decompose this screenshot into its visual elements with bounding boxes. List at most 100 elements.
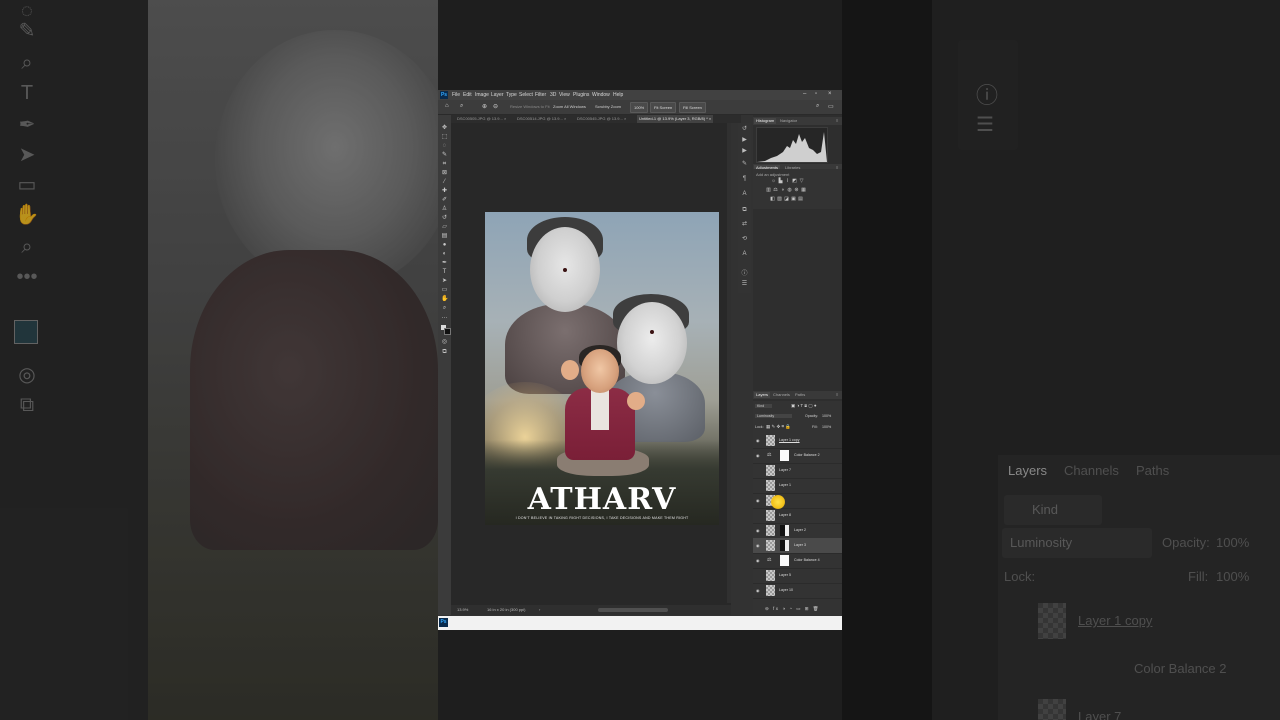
healing-brush-icon[interactable]: ✚	[441, 188, 448, 195]
fill-value[interactable]: 100%	[822, 425, 831, 429]
info-icon[interactable]: ⓘ	[741, 271, 748, 278]
marquee-tool-icon[interactable]: ⬚	[441, 134, 448, 141]
layer-actions-bar[interactable]: ⊖ fx ◑ ◔ ▭ ⊞ 🗑	[765, 606, 820, 612]
black-white-icon[interactable]: ◑	[780, 188, 785, 193]
curves-icon[interactable]: ⌇	[785, 179, 790, 184]
background-color-swatch[interactable]	[444, 328, 451, 335]
exposure-icon[interactable]: ◩	[792, 179, 797, 184]
gradient-tool-icon[interactable]: ▤	[441, 233, 448, 240]
menu-edit[interactable]: Edit	[463, 92, 472, 98]
fit-screen-button[interactable]: Fit Screen	[650, 102, 677, 113]
visibility-eye-icon[interactable]: ◉	[756, 528, 760, 533]
layer-row[interactable]: ◉ Layer 2	[753, 523, 842, 539]
screen-mode-icon[interactable]: ⧉	[441, 349, 448, 356]
channel-mixer-icon[interactable]: ⊛	[794, 188, 799, 193]
tab-histogram[interactable]: Histogram	[754, 118, 777, 124]
status-arrow-icon[interactable]: ›	[539, 607, 540, 612]
tab-dsc00545[interactable]: DSC00545.JPG @ 13.9... ×	[577, 115, 626, 123]
quick-mask-icon[interactable]: ◎	[441, 339, 448, 346]
layer-row-selected[interactable]: ◉ Layer 3	[753, 538, 842, 554]
layer-row[interactable]: Layer 5	[753, 568, 842, 584]
pen-tool-icon[interactable]: ✒	[441, 260, 448, 267]
zoom-tool-icon[interactable]: ⌕	[460, 103, 463, 110]
minimize-icon[interactable]: –	[803, 91, 806, 97]
layer-row[interactable]: Layer 7	[753, 463, 842, 479]
threshold-icon[interactable]: ◪	[784, 197, 789, 202]
blend-mode-select[interactable]: Luminosity	[755, 414, 793, 418]
search-icon[interactable]: ⌕	[816, 103, 819, 110]
character-panel-icon[interactable]: A	[741, 191, 748, 198]
lock-icons[interactable]: ▦ ✎ ✥ ⌗ 🔒	[766, 424, 791, 430]
paragraph-panel-icon[interactable]: ¶	[741, 176, 748, 183]
panel-menu-icon[interactable]: ≡	[834, 118, 840, 124]
visibility-eye-icon[interactable]: ◉	[756, 453, 760, 458]
home-icon[interactable]: ⌂	[445, 103, 449, 109]
close-icon[interactable]: ×	[828, 91, 832, 97]
menu-type[interactable]: Type	[506, 92, 517, 98]
type-tool-icon[interactable]: T	[441, 269, 448, 276]
eraser-tool-icon[interactable]: ▱	[441, 224, 448, 231]
workspace-icon[interactable]: ▭	[828, 103, 834, 110]
visibility-eye-icon[interactable]: ◉	[756, 543, 760, 548]
vertical-scrollbar[interactable]	[727, 123, 731, 603]
layer-row[interactable]: ◉ ⚖ Color Balance 2	[753, 448, 842, 464]
actions-panel-icon[interactable]: ▶	[741, 137, 748, 144]
history-panel-icon[interactable]: ↺	[741, 126, 748, 133]
kind-filter[interactable]: Kind	[755, 404, 773, 408]
menu-plugins[interactable]: Plugins	[573, 92, 589, 98]
opacity-value[interactable]: 100%	[822, 414, 831, 418]
brush-tool-icon[interactable]: ✐	[441, 197, 448, 204]
rectangle-tool-icon[interactable]: ▭	[441, 287, 448, 294]
crop-tool-icon[interactable]: ⌗	[441, 161, 448, 168]
path-select-icon[interactable]: ➤	[441, 278, 448, 285]
menu-select[interactable]: Select	[519, 92, 533, 98]
visibility-eye-icon[interactable]: ◉	[756, 558, 760, 563]
zoom-tool-icon[interactable]: ⌕	[441, 305, 448, 312]
lasso-tool-icon[interactable]: ◌	[441, 143, 448, 150]
menu-file[interactable]: File	[452, 92, 460, 98]
selective-color-icon[interactable]: ▣	[791, 197, 796, 202]
color-lookup-icon[interactable]: ▦	[801, 188, 806, 193]
adjust-sliders-icon[interactable]: ☰	[741, 281, 748, 288]
blur-tool-icon[interactable]: ●	[441, 242, 448, 249]
tab-dsc00505[interactable]: DSC00505.JPG @ 13.9... ×	[457, 115, 506, 123]
menu-help[interactable]: Help	[613, 92, 623, 98]
tab-channels[interactable]: Channels	[771, 392, 792, 398]
menu-layer[interactable]: Layer	[491, 92, 504, 98]
properties-panel-icon[interactable]: ▶	[741, 148, 748, 155]
dodge-tool-icon[interactable]: ◐	[441, 251, 448, 258]
hand-tool-icon[interactable]: ✋	[441, 296, 448, 303]
tab-dsc00514[interactable]: DSC00514.JPG @ 13.9... ×	[517, 115, 566, 123]
status-zoom[interactable]: 13.9%	[457, 607, 468, 612]
layer-row[interactable]: ◉ ⚖ Color Balance 4	[753, 553, 842, 569]
gradient-map-icon[interactable]: ▤	[798, 197, 803, 202]
taskbar-photoshop-icon[interactable]: Ps	[439, 618, 448, 627]
posterize-icon[interactable]: ▨	[777, 197, 782, 202]
panel-menu-icon[interactable]: ≡	[834, 392, 840, 398]
vibrance-icon[interactable]: ▽	[799, 179, 804, 184]
menu-filter[interactable]: Filter	[535, 92, 546, 98]
tab-navigator[interactable]: Navigator	[778, 118, 799, 124]
fill-screen-button[interactable]: Fill Screen	[679, 102, 706, 113]
layer-row[interactable]: ◉ Layer 1 copy	[753, 433, 842, 449]
artwork-canvas[interactable]: ATHARV I DON'T BELIEVE IN TAKING RIGHT D…	[485, 212, 719, 525]
levels-icon[interactable]: ▙	[778, 179, 783, 184]
menu-image[interactable]: Image	[475, 92, 489, 98]
eyedropper-icon[interactable]: ⁄	[441, 179, 448, 186]
tab-paths[interactable]: Paths	[793, 392, 807, 398]
swatches-panel-icon[interactable]: ⇄	[741, 221, 748, 228]
clone-stamp-icon[interactable]: ♙	[441, 206, 448, 213]
frame-tool-icon[interactable]: ⊠	[441, 170, 448, 177]
zoom-in-icon[interactable]: ⊕	[482, 103, 487, 110]
tab-untitled-1[interactable]: Untitled-1 @ 13.9% (Layer 3, RGB/8) * ×	[637, 115, 714, 123]
visibility-eye-icon[interactable]: ◉	[756, 498, 760, 503]
resize-windows-checkbox[interactable]: Resize Windows to Fit	[510, 104, 550, 109]
layer-row[interactable]: Layer 8	[753, 508, 842, 524]
layer-row[interactable]: ◉ Layer 10	[753, 583, 842, 599]
maximize-icon[interactable]: ▫	[815, 91, 817, 97]
tab-layers[interactable]: Layers	[754, 392, 771, 398]
layer-row[interactable]: Layer 1	[753, 478, 842, 494]
layer-row[interactable]: ◉	[753, 493, 842, 509]
history-brush-icon[interactable]: ↺	[441, 215, 448, 222]
filter-icons[interactable]: ▣ ◑ T ⧈ ▢ ●	[791, 403, 817, 409]
